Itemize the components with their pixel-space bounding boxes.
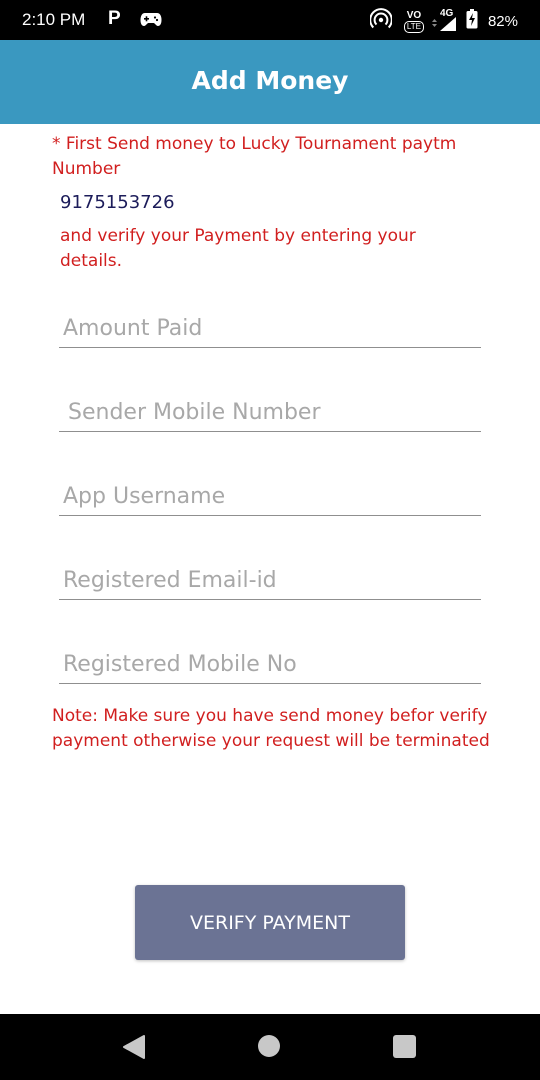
email-input[interactable]: [59, 564, 481, 600]
status-bar: 2:10 PM P VO LTE 4G 82%: [0, 0, 540, 40]
signal-icon: 4G: [430, 8, 460, 33]
verify-payment-button[interactable]: VERIFY PAYMENT: [135, 885, 405, 960]
status-right-group: VO LTE 4G 82%: [369, 8, 518, 35]
battery-percent: 82%: [487, 13, 518, 30]
gamepad-icon: [140, 11, 162, 32]
nav-home-icon[interactable]: [258, 1035, 280, 1057]
instruction-text: * First Send money to Lucky Tournament p…: [52, 134, 457, 179]
parking-icon: P: [108, 8, 121, 29]
nav-back-icon[interactable]: [122, 1034, 146, 1064]
system-nav-bar: [0, 1014, 540, 1080]
app-header: Add Money: [0, 40, 540, 124]
page-title: Add Money: [191, 66, 349, 95]
warning-note: Note: Make sure you have send money befo…: [52, 706, 490, 751]
verify-instruction-text: and verify your Payment by entering your…: [60, 226, 416, 271]
sender-mobile-input[interactable]: [59, 396, 481, 432]
amount-paid-input[interactable]: [59, 312, 481, 348]
battery-charging-icon: [466, 9, 478, 34]
status-time: 2:10 PM: [22, 10, 86, 29]
nav-recents-icon[interactable]: [393, 1035, 416, 1058]
paytm-number: 9175153726: [60, 192, 175, 213]
registered-mobile-input[interactable]: [59, 648, 481, 684]
app-username-input[interactable]: [59, 480, 481, 516]
hotspot-icon: [369, 8, 393, 35]
volte-icon: VO LTE: [403, 10, 424, 33]
